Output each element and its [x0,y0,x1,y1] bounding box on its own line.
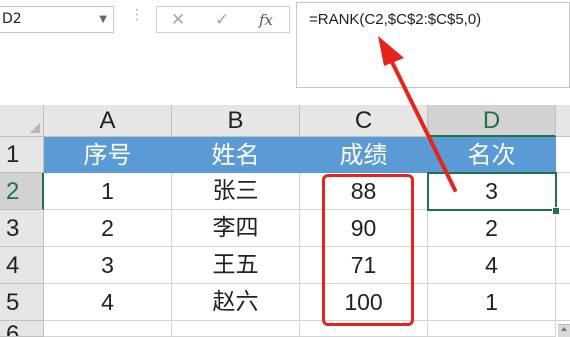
column-header-e[interactable] [556,105,570,137]
cell-c2[interactable]: 88 [300,173,428,210]
header-cell-rank[interactable]: 名次 [428,137,556,173]
row-header-1[interactable]: 1 [0,137,44,173]
cell-a4[interactable]: 3 [44,247,172,284]
cancel-icon[interactable]: ✕ [171,10,185,30]
cell-c3[interactable]: 90 [300,210,428,247]
cell-d5[interactable]: 1 [428,284,556,321]
cell-c5[interactable]: 100 [300,284,428,321]
cell-e3[interactable] [556,210,570,247]
scroll-arrow-icon[interactable] [558,324,570,337]
header-cell-name[interactable]: 姓名 [172,137,300,173]
chevron-down-icon[interactable]: ▼ [99,7,107,32]
row-header-6[interactable]: 6 [0,321,44,337]
column-header-b[interactable]: B [172,105,300,137]
column-header-d[interactable]: D [428,105,556,137]
cell-e1[interactable] [556,137,570,173]
cell-b4[interactable]: 王五 [172,247,300,284]
cell-d6[interactable] [428,321,556,337]
cell-e4[interactable] [556,247,570,284]
enter-icon[interactable]: ✓ [215,10,229,30]
column-header-a[interactable]: A [44,105,172,137]
spreadsheet-grid: A B C D 1 2 3 4 5 6 序号 姓名 成绩 名次 1 张三 88 … [0,105,570,337]
insert-function-button[interactable]: fx [259,11,273,29]
cell-d2[interactable]: 3 [428,173,556,210]
fill-handle[interactable] [552,207,560,215]
cell-c6[interactable] [300,321,428,337]
row-header-5[interactable]: 5 [0,284,44,321]
cell-a3[interactable]: 2 [44,210,172,247]
name-box-value: D2 [2,11,22,27]
cell-e2[interactable] [556,173,570,210]
row-header-4[interactable]: 4 [0,247,44,284]
formula-text: =RANK(C2,$C$2:$C$5,0) [309,11,482,28]
formula-input[interactable]: =RANK(C2,$C$2:$C$5,0) [296,2,570,88]
cell-b6[interactable] [172,321,300,337]
cell-a2[interactable]: 1 [44,173,172,210]
header-cell-score[interactable]: 成绩 [300,137,428,173]
header-cell-index[interactable]: 序号 [44,137,172,173]
cell-b3[interactable]: 李四 [172,210,300,247]
cell-a6[interactable] [44,321,172,337]
cell-d3[interactable]: 2 [428,210,556,247]
cell-b5[interactable]: 赵六 [172,284,300,321]
row-header-3[interactable]: 3 [0,210,44,247]
cell-c4[interactable]: 71 [300,247,428,284]
name-box[interactable]: D2 ▼ [0,6,114,33]
column-header-c[interactable]: C [300,105,428,137]
formula-buttons: ✕ ✓ fx [156,6,290,33]
cell-b2[interactable]: 张三 [172,173,300,210]
drag-handle-icon[interactable]: ⋮ [130,8,144,28]
formula-bar-area: D2 ▼ ⋮ ✕ ✓ fx =RANK(C2,$C$2:$C$5,0) [0,0,570,105]
cell-d4[interactable]: 4 [428,247,556,284]
select-all-button[interactable] [0,105,44,137]
row-header-2[interactable]: 2 [0,173,44,210]
cell-a5[interactable]: 4 [44,284,172,321]
cell-e5[interactable] [556,284,570,321]
